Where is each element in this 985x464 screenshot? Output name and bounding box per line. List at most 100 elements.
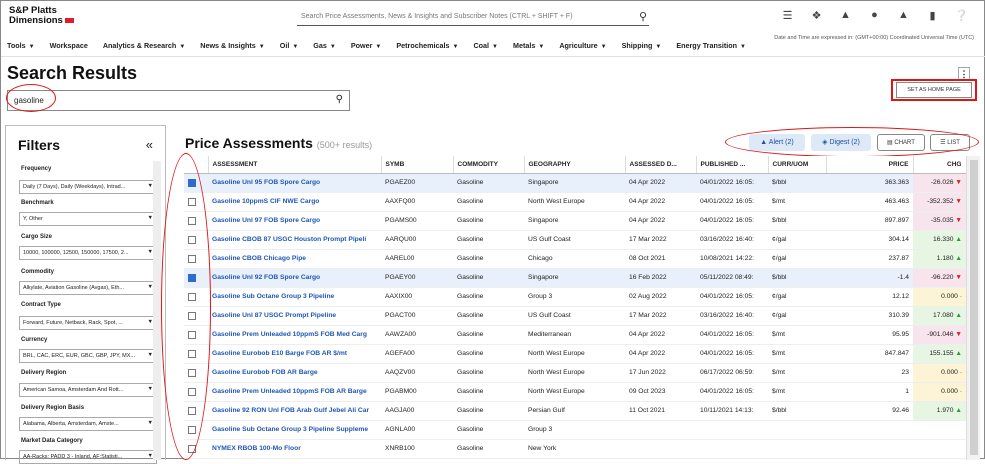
notification-icon[interactable]: ▲ [889,9,918,22]
nav-label: Tools [7,41,26,50]
commodity-cell: Gasoline [453,344,524,364]
filter-currency-select[interactable]: BRL, CAC, ERC, EUR, GBC, GBP, JPY, MX...… [19,349,157,363]
bell-icon[interactable]: ▲ [831,9,860,22]
user-icon[interactable]: ● [860,9,889,22]
geography-cell: North West Europe [524,363,625,383]
table-row[interactable]: Gasoline Prem Unleaded 10ppmS FOB AR Bar… [184,382,966,402]
geography-cell: Persian Gulf [524,401,625,421]
column-header[interactable]: SYMB [381,156,454,174]
column-header[interactable]: GEOGRAPHY [524,156,626,174]
assessment-link[interactable]: Gasoline Prem Unleaded 10ppmS FOB AR Bar… [208,382,381,402]
nav-agriculture[interactable]: Agriculture ▼ [559,41,606,50]
table-row[interactable]: Gasoline 10ppmS CIF NWE Cargo AAXFQ00 Gaso… [184,192,966,212]
help-icon[interactable]: ❔ [947,9,976,22]
app-logo[interactable]: S&P Platts Dimensions [9,6,74,26]
table-row[interactable]: Gasoline Prem Unleaded 10ppmS FOB Med Ca… [184,325,966,345]
filter-frequency-select[interactable]: Daily (7 Days), Daily (Weekdays), Intrad… [19,180,157,194]
assessment-link[interactable]: Gasoline Sub Octane Group 3 Pipeline Sup… [208,420,381,440]
published-cell: 04/01/2022 16:05: [696,325,768,345]
column-header[interactable]: PUBLISHED ... [696,156,769,174]
table-row[interactable]: Gasoline CBOB Chicago Pipe AAREL00 Gasolin… [184,249,966,269]
arrow-up-icon: ▲ [953,312,962,319]
nav-analytics[interactable]: Analytics & Research ▼ [103,41,185,50]
nav-tools[interactable]: Tools ▼ [7,41,35,50]
filter-contract-type-select[interactable]: Forward, Future, Netback, Rack, Spot, ..… [19,316,157,330]
search-icon[interactable]: ⚲ [639,10,647,23]
change-value: 16.330 [933,236,954,243]
nav-gas[interactable]: Gas ▼ [313,41,336,50]
symbol-cell: PGAEZ00 [381,173,453,193]
nav-workspace[interactable]: Workspace [50,41,88,50]
table-row[interactable]: Gasoline Unl 97 FOB Spore Cargo PGAMS00 Ga… [184,211,966,231]
column-header[interactable]: ASSESSMENT [208,156,382,174]
change-cell: -901.046 ▼ [913,325,966,345]
column-header[interactable]: COMMODITY [453,156,525,174]
nav-petrochemicals[interactable]: Petrochemicals ▼ [396,41,458,50]
nav-power[interactable]: Power ▼ [351,41,382,50]
filter-commodity-select[interactable]: Alkylate, Aviation Gasoline (Avgas), Eth… [19,281,157,295]
nav-energy-transition[interactable]: Energy Transition ▼ [676,41,746,50]
filter-label: Frequency [21,166,52,172]
search-results-input[interactable]: gasoline ⚲ [7,90,350,111]
table-row[interactable]: Gasoline Unl 87 USGC Prompt Pipeline PGAC… [184,306,966,326]
assessment-link[interactable]: Gasoline CBOB Chicago Pipe [208,249,381,269]
assessment-link[interactable]: Gasoline 10ppmS CIF NWE Cargo [208,192,381,212]
chevron-down-icon: ▼ [329,44,336,50]
global-search-input[interactable]: Search Price Assessments, News & Insight… [297,9,649,26]
assessment-link[interactable]: Gasoline Unl 95 FOB Spore Cargo [208,173,381,193]
filter-cargo-size-select[interactable]: 10000, 100000, 12500, 150000, 17500, 2..… [19,246,157,260]
table-row[interactable]: Gasoline 92 RON Unl FOB Arab Gulf Jebel … [184,401,966,421]
top-icon-bar: ☰ ❖ ▲ ● ▲ ▮ ❔ [773,9,976,22]
assessment-link[interactable]: Gasoline Unl 97 FOB Spore Cargo [208,211,381,231]
column-header[interactable]: CHG [913,156,967,174]
table-row[interactable]: Gasoline Sub Octane Group 3 Pipeline Sup… [184,420,966,440]
chevron-down-icon: ▼ [655,44,662,50]
collapse-filters-icon[interactable]: « [146,137,153,152]
table-row[interactable]: Gasoline Unl 95 FOB Spore Cargo PGAEZ00 Ga… [184,173,966,193]
table-row[interactable]: Gasoline Eurobob FOB AR Barge AAQZV00 Gaso… [184,363,966,383]
filters-scrollbar[interactable] [153,161,161,460]
filter-label: Benchmark [21,200,54,206]
assessment-link[interactable]: NYMEX RBOB 100-Mo Floor [208,439,381,459]
nav-shipping[interactable]: Shipping ▼ [622,41,662,50]
list-icon[interactable]: ☰ [773,9,802,22]
assessment-link[interactable]: Gasoline Prem Unleaded 10ppmS FOB Med Ca… [208,325,381,345]
uom-cell: $/mt [768,363,826,383]
assessment-link[interactable]: Gasoline Unl 87 USGC Prompt Pipeline [208,306,381,326]
symbol-cell: AGEFA00 [381,344,453,364]
nav-oil[interactable]: Oil ▼ [280,41,299,50]
column-header[interactable]: PRICE [826,156,914,174]
filter-benchmark-select[interactable]: Y, Other ▼ [19,212,157,226]
table-row[interactable]: Gasoline Unl 92 FOB Spore Cargo PGAEY00 Ga… [184,268,966,288]
assessment-link[interactable]: Gasoline CBOB 87 USGC Houston Prompt Pip… [208,230,381,250]
column-header[interactable]: ASSESSED D... [625,156,697,174]
filter-market-data-category-select[interactable]: AA-Racks: PADD 3 - Inland, AF:Statisti..… [19,450,157,464]
filter-delivery-region-basis-select[interactable]: Alabama, Alberta, Amsterdam, Amste... ▼ [19,417,157,431]
main-nav: Tools ▼ Workspace Analytics & Research ▼ N… [7,41,761,50]
nav-label: Workspace [49,41,88,50]
column-header[interactable]: CURR/UOM [768,156,827,174]
results-grid: ASSESSMENT SYMB COMMODITY GEOGRAPHY ASSE… [184,156,967,459]
grid-scrollbar[interactable] [966,156,980,460]
assessment-link[interactable]: Gasoline 92 RON Unl FOB Arab Gulf Jebel … [208,401,381,421]
table-row[interactable]: NYMEX RBOB 100-Mo Floor XNRB100 Gasoline Ne… [184,439,966,459]
assessed-date-cell: 09 Oct 2023 [625,382,696,402]
assessment-link[interactable]: Gasoline Eurobob E10 Barge FOB AR $/mt [208,344,381,364]
nav-news[interactable]: News & Insights ▼ [200,41,264,50]
scrollbar-thumb[interactable] [970,160,978,455]
table-row[interactable]: Gasoline Sub Octane Group 3 Pipeline AAXI… [184,287,966,307]
search-icon[interactable]: ⚲ [336,94,343,105]
assessment-link[interactable]: Gasoline Unl 92 FOB Spore Cargo [208,268,381,288]
table-row[interactable]: Gasoline Eurobob E10 Barge FOB AR $/mt AG… [184,344,966,364]
assessment-link[interactable]: Gasoline Sub Octane Group 3 Pipeline [208,287,381,307]
change-cell [913,439,966,459]
assessment-link[interactable]: Gasoline Eurobob FOB AR Barge [208,363,381,383]
table-row[interactable]: Gasoline CBOB 87 USGC Houston Prompt Pip… [184,230,966,250]
nav-metals[interactable]: Metals ▼ [513,41,544,50]
bookmark-icon[interactable]: ▮ [918,9,947,22]
broadcast-icon[interactable]: ❖ [802,9,831,22]
filter-delivery-region-select[interactable]: American Samoa, Amsterdam And Rott... ▼ [19,383,157,397]
arrow-up-icon: ▲ [953,255,962,262]
nav-coal[interactable]: Coal ▼ [473,41,498,50]
change-value: -26.026 [930,179,954,186]
